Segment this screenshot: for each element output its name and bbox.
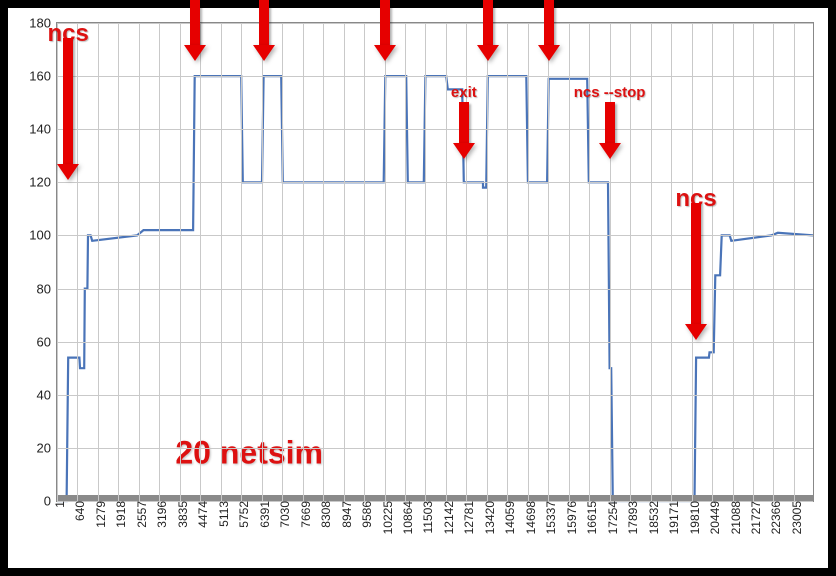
- gridline-h: [57, 182, 813, 183]
- gridline-v: [773, 23, 774, 501]
- gridline-v: [221, 23, 222, 501]
- gridline-v: [712, 23, 713, 501]
- x-tick-label: 16615: [585, 501, 599, 534]
- x-tick-label: 12781: [462, 501, 476, 534]
- gridline-v: [344, 23, 345, 501]
- gridline-v: [425, 23, 426, 501]
- x-tick-label: 13420: [483, 501, 497, 534]
- gridline-v: [180, 23, 181, 501]
- y-tick-label: 0: [44, 494, 51, 509]
- y-tick-label: 100: [29, 228, 51, 243]
- x-tick-label: 3835: [176, 501, 190, 528]
- x-tick-label: 17254: [606, 501, 620, 534]
- x-tick-label: 1918: [114, 501, 128, 528]
- x-tick-label: 11503: [421, 501, 435, 533]
- gridline-v: [528, 23, 529, 501]
- gridline-h: [57, 395, 813, 396]
- chart-caption: 20 netsim: [175, 435, 323, 472]
- gridline-v: [159, 23, 160, 501]
- x-tick-label: 17893: [626, 501, 640, 534]
- x-tick-label: 21727: [749, 501, 763, 534]
- gridline-h: [57, 129, 813, 130]
- gridline-v: [651, 23, 652, 501]
- gridline-v: [385, 23, 386, 501]
- chart-region: 20 netsim 020406080100120140160180164012…: [56, 22, 814, 502]
- x-tick-label: 21088: [729, 501, 743, 534]
- gridline-v: [753, 23, 754, 501]
- x-tick-label: 15976: [565, 501, 579, 534]
- gridline-h: [57, 342, 813, 343]
- annotation-arrow: [57, 38, 79, 182]
- y-tick-label: 140: [29, 122, 51, 137]
- gridline-v: [733, 23, 734, 501]
- gridline-v: [794, 23, 795, 501]
- x-tick-label: 20449: [708, 501, 722, 534]
- gridline-v: [262, 23, 263, 501]
- gridline-v: [118, 23, 119, 501]
- gridline-h: [57, 76, 813, 77]
- gridline-v: [282, 23, 283, 501]
- y-tick-label: 40: [37, 387, 51, 402]
- gridline-h: [57, 23, 813, 24]
- x-tick-label: 8947: [340, 501, 354, 528]
- y-tick-label: 120: [29, 175, 51, 190]
- x-tick-label: 7030: [278, 501, 292, 528]
- x-tick-label: 8308: [319, 501, 333, 528]
- gridline-v: [548, 23, 549, 501]
- gridline-h: [57, 448, 813, 449]
- chart-frame: 20 netsim 020406080100120140160180164012…: [0, 0, 836, 576]
- gridline-v: [569, 23, 570, 501]
- gridline-v: [487, 23, 488, 501]
- annotation-arrow: [374, 0, 396, 63]
- gridline-v: [200, 23, 201, 501]
- x-tick-label: 22366: [769, 501, 783, 534]
- x-tick-label: 6391: [258, 501, 272, 528]
- plot-area: 20 netsim 020406080100120140160180164012…: [8, 8, 828, 568]
- x-tick-label: 7669: [299, 501, 313, 528]
- x-tick-label: 23005: [790, 501, 804, 534]
- x-tick-label: 10864: [401, 501, 415, 534]
- x-tick-label: 5113: [217, 501, 231, 527]
- annotation-label: exit: [451, 84, 477, 101]
- x-tick-label: 1279: [94, 501, 108, 528]
- x-tick-label: 9586: [360, 501, 374, 528]
- x-tick-label: 12142: [442, 501, 456, 534]
- x-tick-label: 14059: [503, 501, 517, 534]
- x-tick-label: 640: [73, 501, 87, 521]
- gridline-v: [671, 23, 672, 501]
- y-tick-label: 160: [29, 69, 51, 84]
- annotation-label: ncs --stop: [574, 84, 646, 101]
- annotation-arrow: [253, 0, 275, 63]
- x-tick-label: 5752: [237, 501, 251, 528]
- annotation-arrow: [184, 0, 206, 63]
- y-tick-label: 80: [37, 281, 51, 296]
- x-tick-label: 19171: [667, 501, 681, 534]
- gridline-v: [241, 23, 242, 501]
- x-tick-label: 4474: [196, 501, 210, 528]
- x-tick-label: 10225: [381, 501, 395, 534]
- annotation-arrow: [453, 102, 475, 161]
- annotation-arrow: [599, 102, 621, 161]
- gridline-v: [446, 23, 447, 501]
- y-tick-label: 20: [37, 440, 51, 455]
- annotation-arrow: [477, 0, 499, 63]
- gridline-v: [303, 23, 304, 501]
- gridline-v: [139, 23, 140, 501]
- x-tick-label: 1: [53, 501, 67, 508]
- gridline-v: [98, 23, 99, 501]
- x-tick-label: 14698: [524, 501, 538, 534]
- annotation-arrow: [538, 0, 560, 63]
- x-tick-label: 15337: [544, 501, 558, 534]
- x-tick-label: 18532: [647, 501, 661, 534]
- y-tick-label: 60: [37, 334, 51, 349]
- gridline-v: [405, 23, 406, 501]
- gridline-v: [323, 23, 324, 501]
- x-tick-label: 19810: [688, 501, 702, 534]
- gridline-v: [507, 23, 508, 501]
- annotation-arrow: [685, 203, 707, 342]
- x-tick-label: 3196: [155, 501, 169, 528]
- x-tick-label: 2557: [135, 501, 149, 528]
- gridline-v: [364, 23, 365, 501]
